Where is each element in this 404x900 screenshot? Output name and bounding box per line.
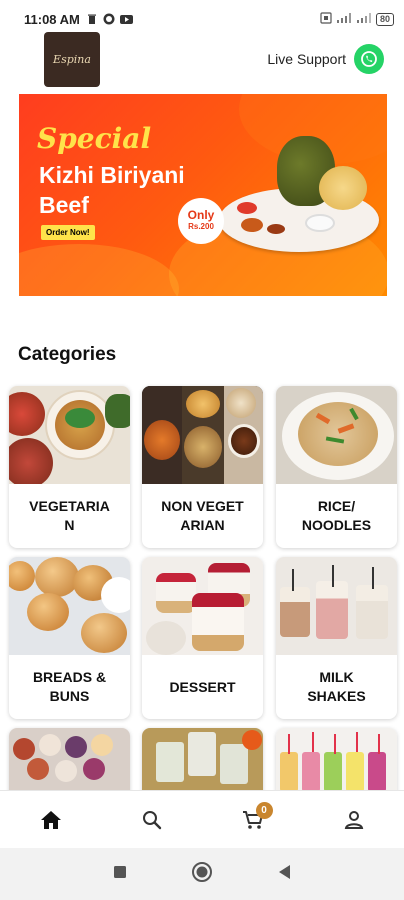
category-card-non-vegetarian[interactable]: NON VEGET ARIAN (142, 386, 263, 548)
bottom-navigation: 0 (0, 790, 404, 848)
nav-profile-button[interactable] (329, 800, 379, 840)
back-button[interactable] (277, 864, 291, 885)
whatsapp-icon[interactable] (354, 44, 384, 74)
banner-title-line1: Kizhi Biriyani (39, 162, 185, 188)
status-right: 80 (320, 11, 394, 27)
brand-logo[interactable]: Espina (44, 32, 100, 87)
promo-banner[interactable]: Special Kizhi Biriyani Beef Order Now! O… (19, 94, 387, 296)
category-label: RICE/ NOODLES (301, 498, 372, 533)
banner-papad-image (319, 166, 367, 210)
recents-icon (114, 865, 126, 878)
category-label: MILK SHAKES (307, 669, 366, 704)
nav-cart-button[interactable]: 0 (228, 800, 278, 840)
nav-home-button[interactable] (26, 800, 76, 840)
price-badge: Only Rs.200 (178, 198, 224, 244)
banner-title-line2: Beef (39, 192, 89, 218)
price-badge-line1: Only (187, 208, 215, 222)
category-label: NON VEGET ARIAN (161, 498, 244, 533)
profile-icon (344, 810, 363, 829)
status-time: 11:08 AM (24, 11, 80, 27)
recents-button[interactable] (113, 865, 127, 884)
live-support-button[interactable]: Live Support (267, 44, 384, 74)
brand-logo-text: Espina (53, 53, 91, 66)
category-label: VEGETARIA N (29, 498, 110, 533)
banner-dip-image (305, 214, 335, 232)
live-support-label: Live Support (267, 51, 346, 67)
nav-search-button[interactable] (127, 800, 177, 840)
category-label: DESSERT (169, 678, 236, 695)
cart-count-badge: 0 (255, 801, 273, 819)
youtube-icon (119, 13, 133, 25)
whatsapp-icon (103, 13, 115, 25)
category-card-milk-shakes[interactable]: MILK SHAKES (276, 557, 397, 719)
system-home-icon (192, 861, 212, 882)
category-image-non-vegetarian (142, 386, 263, 484)
category-label: BREADS & BUNS (32, 669, 107, 704)
order-now-button[interactable]: Order Now! (41, 225, 95, 240)
system-navigation-bar (0, 848, 404, 900)
home-button[interactable] (191, 861, 213, 888)
category-card-dessert[interactable]: DESSERT (142, 557, 263, 719)
battery-indicator: 80 (375, 12, 394, 26)
category-image-dessert (142, 557, 263, 655)
price-badge-line2: Rs.200 (188, 222, 214, 231)
signal-icon (336, 12, 352, 27)
category-image-vegetarian (9, 386, 130, 484)
category-card-breads-buns[interactable]: BREADS & BUNS (9, 557, 130, 719)
app-header: Espina Live Support (0, 30, 404, 90)
sim-icon (320, 11, 332, 27)
category-image-rice-noodles (276, 386, 397, 484)
search-icon (142, 810, 161, 829)
category-image-breads-buns (9, 557, 130, 655)
categories-heading: Categories (18, 344, 117, 365)
banner-title: Kizhi Biriyani Beef (39, 160, 185, 220)
category-card-rice-noodles[interactable]: RICE/ NOODLES (276, 386, 397, 548)
signal-icon-2 (356, 12, 372, 27)
home-icon (40, 810, 61, 829)
category-image-milk-shakes (276, 557, 397, 655)
category-card-vegetarian[interactable]: VEGETARIA N (9, 386, 130, 548)
delete-icon (86, 13, 98, 25)
banner-special: Special (37, 122, 152, 155)
back-icon (279, 864, 290, 879)
